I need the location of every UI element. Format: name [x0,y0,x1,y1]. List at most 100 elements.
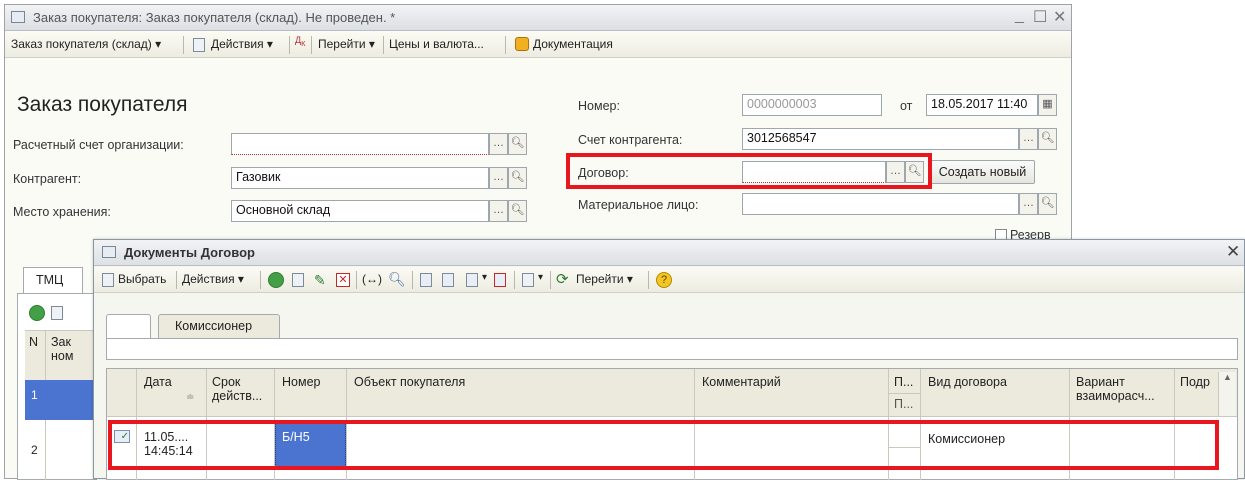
account-select-button[interactable]: … [489,133,508,155]
left-row-2[interactable]: 2 [25,435,45,475]
col-object[interactable]: Объект покупателя [354,375,465,389]
mat-person-label: Материальное лицо: [578,198,699,212]
close-icon[interactable]: ✕ [1053,7,1066,27]
col-p-split [889,393,920,394]
prices-button[interactable]: Цены и валюта... [389,37,484,51]
number-field[interactable]: 0000000003 [742,94,882,116]
window-titlebar: Заказ покупателя: Заказ покупателя (скла… [5,5,1071,31]
delete-icon[interactable]: ✕ [336,273,350,287]
main-toolbar: Заказ покупателя (склад) ▾ Действия ▾ ДК… [5,32,1071,58]
left-col-nom: ном [51,349,74,363]
toolbar-separator [289,36,290,54]
col-kind[interactable]: Вид договора [928,375,1007,389]
left-row-1[interactable]: 1 [25,380,45,420]
date-field[interactable]: 18.05.2017 11:40 [926,94,1038,116]
col-p-sub: П... [894,397,914,411]
left-col-zak: Зак [51,335,71,349]
toolbar-separator [260,271,261,289]
select-button[interactable]: Выбрать [118,272,166,286]
minimize-icon[interactable]: _ [1015,7,1024,25]
toolbar-separator [383,36,384,54]
tab-panel [106,338,1238,360]
add-row-icon[interactable] [29,305,45,321]
left-col-n: N [29,335,39,349]
print-icon[interactable] [522,273,534,287]
dialog-actions-menu[interactable]: Действия ▾ [182,272,244,286]
cp-account-search-icon[interactable]: 🔍︎ [1038,128,1057,150]
storage-label: Место хранения: [13,205,111,219]
calendar-icon[interactable]: ▦ [1038,94,1057,116]
col-p[interactable]: П... [894,375,913,389]
toolbar-separator [176,271,177,289]
filter-list-icon[interactable] [466,273,478,287]
filter-icon[interactable] [420,273,432,287]
toolbar-separator [648,271,649,289]
counterparty-field[interactable]: Газовик [231,167,489,189]
left-row-1-cell[interactable] [45,380,97,420]
storage-search-icon[interactable]: 🔍︎ [508,200,527,222]
mat-person-search-icon[interactable]: 🔍︎ [1038,193,1057,215]
goto-menu[interactable]: Перейти ▾ [318,37,375,51]
hierarchy-icon[interactable]: (↔) [362,272,382,286]
toolbar-separator [514,271,515,289]
counterparty-select-button[interactable]: … [489,167,508,189]
filter-value-icon[interactable] [442,273,454,287]
account-field[interactable] [231,133,489,155]
tab-commissioner[interactable]: Комиссионер [158,314,280,338]
chevron-down-icon[interactable]: ▾ [538,272,543,283]
mat-person-field[interactable] [742,193,1019,215]
counterparty-label: Контрагент: [13,172,82,186]
dialog-toolbar: Выбрать Действия ▾ ✎ ✕ (↔) 🔍︎ ▾ ▾ ⟳ Пере… [94,267,1244,293]
col-variant[interactable]: Вариант взаиморасч... [1076,375,1168,403]
row-highlight [108,420,1219,470]
edit-icon[interactable]: ✎ [314,272,326,289]
cp-account-label: Счет контрагента: [578,133,683,147]
tab-tmc[interactable]: ТМЦ [23,267,83,293]
scroll-up-icon[interactable]: ▲ [1218,372,1236,416]
cp-account-field[interactable]: 3012568547 [742,128,1019,150]
window-title: Заказ покупателя: Заказ покупателя (скла… [33,10,396,25]
documentation-button[interactable]: Документация [533,37,613,51]
toolbar-separator [412,271,413,289]
form-title: Заказ покупателя [17,93,188,116]
dialog-title: Документы Договор [124,245,255,260]
col-date[interactable]: Дата [144,375,172,389]
toolbar-separator [356,271,357,289]
col-term[interactable]: Срок действ... [212,375,270,403]
account-label: Расчетный счет организации: [13,138,184,152]
dialog-goto-menu[interactable]: Перейти ▾ [576,272,633,286]
contracts-dialog: Документы Договор ✕ Выбрать Действия ▾ ✎… [93,239,1245,480]
maximize-icon[interactable]: ☐ [1033,7,1047,27]
col-comment[interactable]: Комментарий [702,375,781,389]
counterparty-search-icon[interactable]: 🔍︎ [508,167,527,189]
find-icon[interactable]: 🔍︎ [388,271,406,288]
copy-row-icon[interactable] [51,306,63,320]
create-new-button[interactable]: Создать новый [930,160,1035,184]
toolbar-separator [183,36,184,54]
chevron-down-icon[interactable]: ▾ [482,272,487,283]
date-from-label: от [900,99,913,113]
filter-clear-icon[interactable] [494,273,506,287]
cp-account-select-button[interactable]: … [1019,128,1038,150]
menu-order-type[interactable]: Заказ покупателя (склад) ▾ [11,37,161,51]
account-search-icon[interactable]: 🔍︎ [508,133,527,155]
toolbar-separator [505,36,506,54]
add-icon[interactable] [268,272,284,288]
contract-highlight [566,153,932,189]
goto-icon: ⟳ [556,271,569,288]
dialog-close-icon[interactable]: ✕ [1226,242,1240,262]
dialog-form-icon [102,246,116,258]
dt-kt-icon[interactable]: ДК [295,35,305,48]
tab-blank[interactable] [106,314,151,338]
storage-field[interactable]: Основной склад [231,200,489,222]
grid-header [107,369,1237,417]
documentation-icon [515,37,529,51]
mat-person-select-button[interactable]: … [1019,193,1038,215]
col-number[interactable]: Номер [282,375,320,389]
col-podr[interactable]: Подр [1180,375,1210,389]
storage-select-button[interactable]: … [489,200,508,222]
sort-icon: ≐ [186,392,195,403]
help-icon[interactable]: ? [656,272,672,288]
actions-menu[interactable]: Действия ▾ [211,37,273,51]
copy-icon[interactable] [292,273,304,287]
